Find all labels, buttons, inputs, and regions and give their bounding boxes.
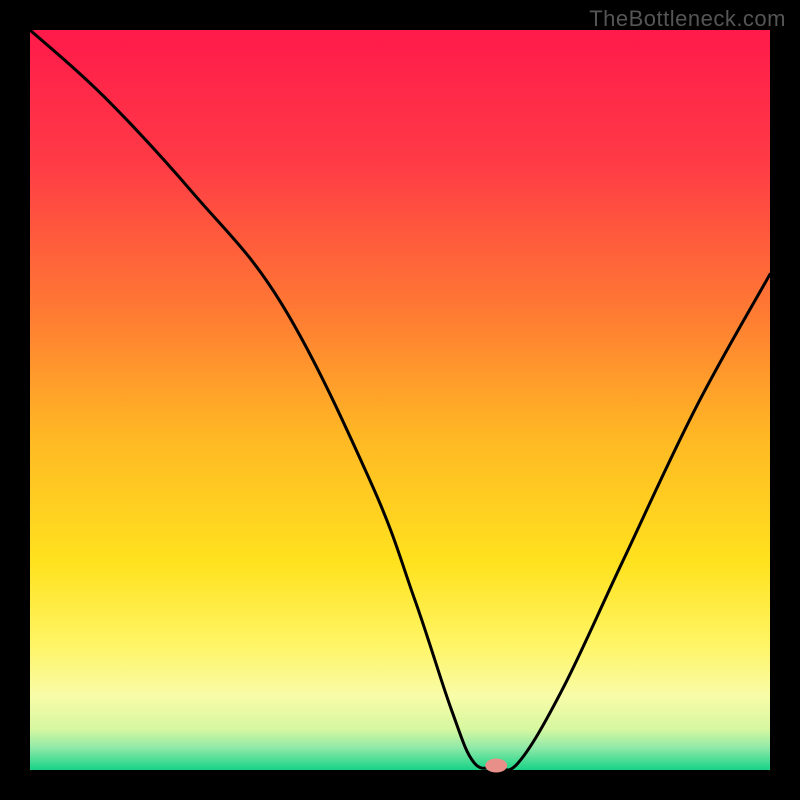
optimum-marker: [485, 759, 507, 773]
bottleneck-chart: [0, 0, 800, 800]
chart-frame: TheBottleneck.com: [0, 0, 800, 800]
watermark-text: TheBottleneck.com: [589, 6, 786, 32]
plot-background: [30, 30, 770, 770]
